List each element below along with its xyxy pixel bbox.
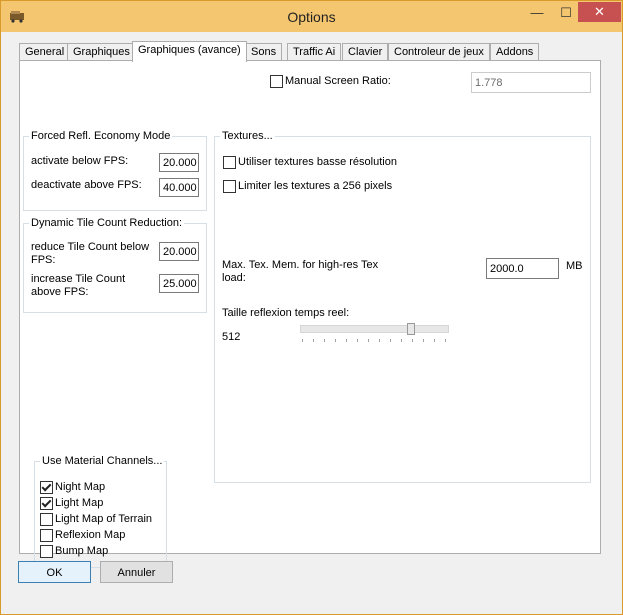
light-map-checkbox[interactable] bbox=[40, 497, 53, 510]
low-res-textures-label: Utiliser textures basse résolution bbox=[238, 156, 397, 168]
tile-count-title: Dynamic Tile Count Reduction: bbox=[29, 217, 185, 229]
reflection-size-slider-track[interactable] bbox=[300, 325, 449, 333]
reduce-tile-label-2: FPS: bbox=[31, 254, 56, 266]
reflexion-map-checkbox[interactable] bbox=[40, 529, 53, 542]
deactivate-fps-label: deactivate above FPS: bbox=[31, 179, 142, 191]
tab-addons[interactable]: Addons bbox=[490, 43, 540, 61]
limit-textures-checkbox[interactable] bbox=[223, 180, 236, 193]
tab-graphiques[interactable]: Graphiques bbox=[67, 43, 136, 61]
low-res-textures-checkbox[interactable] bbox=[223, 156, 236, 169]
reduce-tile-label-1: reduce Tile Count below bbox=[31, 241, 150, 253]
max-tex-mem-label-2: load: bbox=[222, 272, 246, 284]
slider-tick bbox=[357, 339, 358, 342]
tab-controleur-de-jeux[interactable]: Controleur de jeux bbox=[388, 43, 490, 61]
reflection-size-slider-thumb[interactable] bbox=[407, 323, 415, 335]
reduce-tile-input[interactable]: 20.000 bbox=[159, 242, 199, 261]
tile-count-group: Dynamic Tile Count Reduction: reduce Til… bbox=[23, 217, 207, 313]
night-map-label: Night Map bbox=[55, 481, 106, 493]
night-map-checkbox[interactable] bbox=[40, 481, 53, 494]
slider-tick bbox=[346, 339, 347, 342]
max-tex-mem-label-1: Max. Tex. Mem. for high-res Tex bbox=[222, 259, 379, 271]
activate-fps-label: activate below FPS: bbox=[31, 155, 129, 167]
slider-tick bbox=[412, 339, 413, 342]
reflection-size-value: 512 bbox=[222, 331, 241, 343]
increase-tile-label-2: above FPS: bbox=[31, 286, 89, 298]
light-map-label: Light Map bbox=[55, 497, 104, 509]
increase-tile-label-1: increase Tile Count bbox=[31, 273, 126, 285]
reflexion-map-label: Reflexion Map bbox=[55, 529, 126, 541]
slider-tick bbox=[445, 339, 446, 342]
options-window: Options — ☐ ✕ General Graphiques Graphiq… bbox=[0, 0, 623, 615]
slider-tick bbox=[335, 339, 336, 342]
slider-tick bbox=[324, 339, 325, 342]
slider-tick bbox=[390, 339, 391, 342]
slider-tick bbox=[379, 339, 380, 342]
bump-map-label: Bump Map bbox=[55, 545, 109, 557]
close-button[interactable]: ✕ bbox=[578, 2, 621, 22]
tab-sons[interactable]: Sons bbox=[245, 43, 283, 61]
light-map-terrain-checkbox[interactable] bbox=[40, 513, 53, 526]
tab-graphiques-avance[interactable]: Graphiques (avance) bbox=[132, 41, 247, 62]
title-bar[interactable]: Options — ☐ ✕ bbox=[1, 1, 622, 32]
light-map-terrain-label: Light Map of Terrain bbox=[55, 513, 153, 525]
max-tex-mem-input[interactable]: 2000.0 bbox=[486, 258, 559, 279]
activate-fps-input[interactable]: 20.000 bbox=[159, 153, 199, 172]
material-channels-group: Use Material Channels... Night Map Light… bbox=[34, 455, 167, 568]
material-channels-title: Use Material Channels... bbox=[40, 455, 165, 467]
screen-ratio-input[interactable]: 1.778 bbox=[471, 72, 591, 93]
tab-clavier[interactable]: Clavier bbox=[342, 43, 389, 61]
deactivate-fps-input[interactable]: 40.000 bbox=[159, 178, 199, 197]
slider-tick bbox=[423, 339, 424, 342]
increase-tile-input[interactable]: 25.000 bbox=[159, 274, 199, 293]
maximize-button[interactable]: ☐ bbox=[552, 3, 580, 23]
ok-button[interactable]: OK bbox=[18, 561, 91, 583]
forced-refl-title: Forced Refl. Economy Mode bbox=[29, 130, 173, 142]
slider-tick bbox=[302, 339, 303, 342]
textures-group: Textures... Utiliser textures basse réso… bbox=[214, 130, 591, 483]
reflection-size-label: Taille reflexion temps reel: bbox=[222, 307, 350, 319]
limit-textures-label: Limiter les textures a 256 pixels bbox=[238, 180, 393, 192]
tab-panel: Manual Screen Ratio: 1.778 Forced Refl. … bbox=[19, 60, 601, 568]
forced-refl-group: Forced Refl. Economy Mode activate below… bbox=[23, 130, 207, 211]
manual-screen-ratio-label: Manual Screen Ratio: bbox=[285, 75, 391, 87]
tab-general[interactable]: General bbox=[19, 43, 71, 61]
slider-tick bbox=[368, 339, 369, 342]
minimize-button[interactable]: — bbox=[523, 3, 551, 23]
slider-tick bbox=[313, 339, 314, 342]
slider-tick bbox=[434, 339, 435, 342]
max-tex-mem-unit: MB bbox=[566, 260, 583, 272]
cancel-button[interactable]: Annuler bbox=[100, 561, 173, 583]
dialog-client: General Graphiques Graphiques (avance) S… bbox=[8, 32, 615, 607]
bump-map-checkbox[interactable] bbox=[40, 545, 53, 558]
tab-traffic-ai[interactable]: Traffic Ai bbox=[287, 43, 342, 61]
manual-screen-ratio-checkbox[interactable] bbox=[270, 75, 283, 88]
textures-title: Textures... bbox=[220, 130, 275, 142]
slider-tick bbox=[401, 339, 402, 342]
